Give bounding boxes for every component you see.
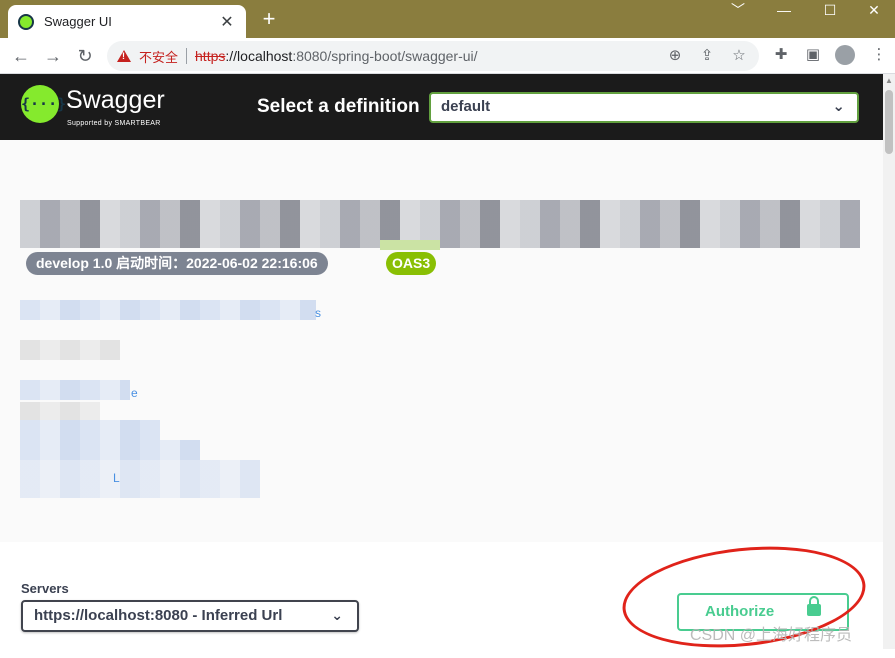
address-bar[interactable]: 不安全 https ://localhost :8080/spring-boot… [107, 41, 759, 71]
servers-select[interactable]: https://localhost:8080 - Inferred Url ⌄ [21, 600, 359, 632]
tab-search-icon[interactable]: ﹀ [715, 0, 761, 24]
share-icon[interactable]: ⇪ [697, 46, 717, 66]
url-scheme: https [195, 48, 226, 64]
browser-toolbar: ← → ↻ 不安全 https ://localhost :8080/sprin… [0, 38, 895, 74]
minimize-button[interactable]: — [761, 0, 807, 24]
forward-icon[interactable]: → [41, 44, 65, 68]
browser-menu-icon[interactable]: ⋮ [868, 44, 890, 66]
page-scrollbar[interactable] [883, 74, 895, 649]
redacted-link[interactable] [20, 300, 316, 320]
csdn-watermark: CSDN @上海好程序员 [690, 627, 853, 644]
redacted-link-tail[interactable]: e [131, 386, 138, 400]
redacted-link-tail[interactable]: s [315, 306, 321, 320]
extensions-icon[interactable]: ✚ [770, 44, 792, 66]
redacted-link[interactable] [20, 460, 260, 498]
swagger-logo-subtitle: Supported by SMARTBEAR [67, 120, 161, 127]
back-icon[interactable]: ← [9, 44, 33, 68]
new-tab-button[interactable]: + [258, 6, 280, 32]
side-panel-icon[interactable]: ▣ [802, 44, 824, 66]
swagger-logo-text: Swagger [66, 86, 165, 114]
scroll-up-icon[interactable]: ▲ [883, 76, 895, 88]
redacted-text [20, 340, 120, 360]
maximize-button[interactable]: ☐ [807, 0, 853, 24]
close-window-button[interactable]: ✕ [853, 0, 895, 24]
swagger-favicon-icon [18, 13, 34, 30]
url-host: ://localhost [225, 48, 293, 64]
zoom-icon[interactable]: ⊕ [665, 46, 685, 66]
tab-close-icon[interactable]: ✕ [218, 12, 236, 32]
browser-tab[interactable]: Swagger UI ✕ [8, 5, 246, 38]
definition-select-value: default [441, 98, 491, 115]
url-path: :8080/spring-boot/swagger-ui/ [292, 48, 478, 64]
oas-badge: OAS3 [386, 252, 437, 275]
profile-avatar[interactable] [835, 45, 855, 65]
chevron-down-icon: ⌄ [331, 607, 343, 623]
omnibox-divider [186, 48, 188, 64]
select-definition-label: Select a definition [257, 96, 420, 117]
api-title-redacted [20, 200, 860, 248]
tab-title: Swagger UI [44, 14, 112, 29]
warning-icon [117, 50, 131, 62]
bookmark-star-icon[interactable]: ☆ [729, 46, 749, 66]
redacted-text [20, 402, 100, 420]
servers-label: Servers [21, 581, 69, 596]
redacted-link-tail[interactable]: L [113, 471, 120, 485]
chevron-down-icon: ⌄ [832, 98, 845, 115]
servers-select-value: https://localhost:8080 - Inferred Url [34, 607, 283, 624]
redacted-link[interactable] [20, 440, 200, 460]
api-title-redacted-accent [380, 240, 440, 250]
scrollbar-thumb[interactable] [885, 90, 893, 154]
definition-select[interactable]: default ⌄ [429, 92, 859, 123]
api-info-section: develop 1.0 启动时间：2022-06-02 22:16:06 OAS… [0, 140, 883, 542]
version-badge: develop 1.0 启动时间：2022-06-02 22:16:06 [26, 252, 328, 275]
browser-titlebar: Swagger UI ✕ + ﹀ — ☐ ✕ [0, 0, 895, 38]
redacted-link[interactable] [20, 380, 130, 400]
swagger-logo-icon[interactable]: {···} [21, 85, 66, 123]
redacted-link[interactable] [20, 420, 160, 440]
insecure-label[interactable]: 不安全 [139, 47, 178, 66]
reload-icon[interactable]: ↻ [73, 44, 97, 68]
swagger-topbar: {···} Swagger Supported by SMARTBEAR Sel… [0, 74, 883, 140]
